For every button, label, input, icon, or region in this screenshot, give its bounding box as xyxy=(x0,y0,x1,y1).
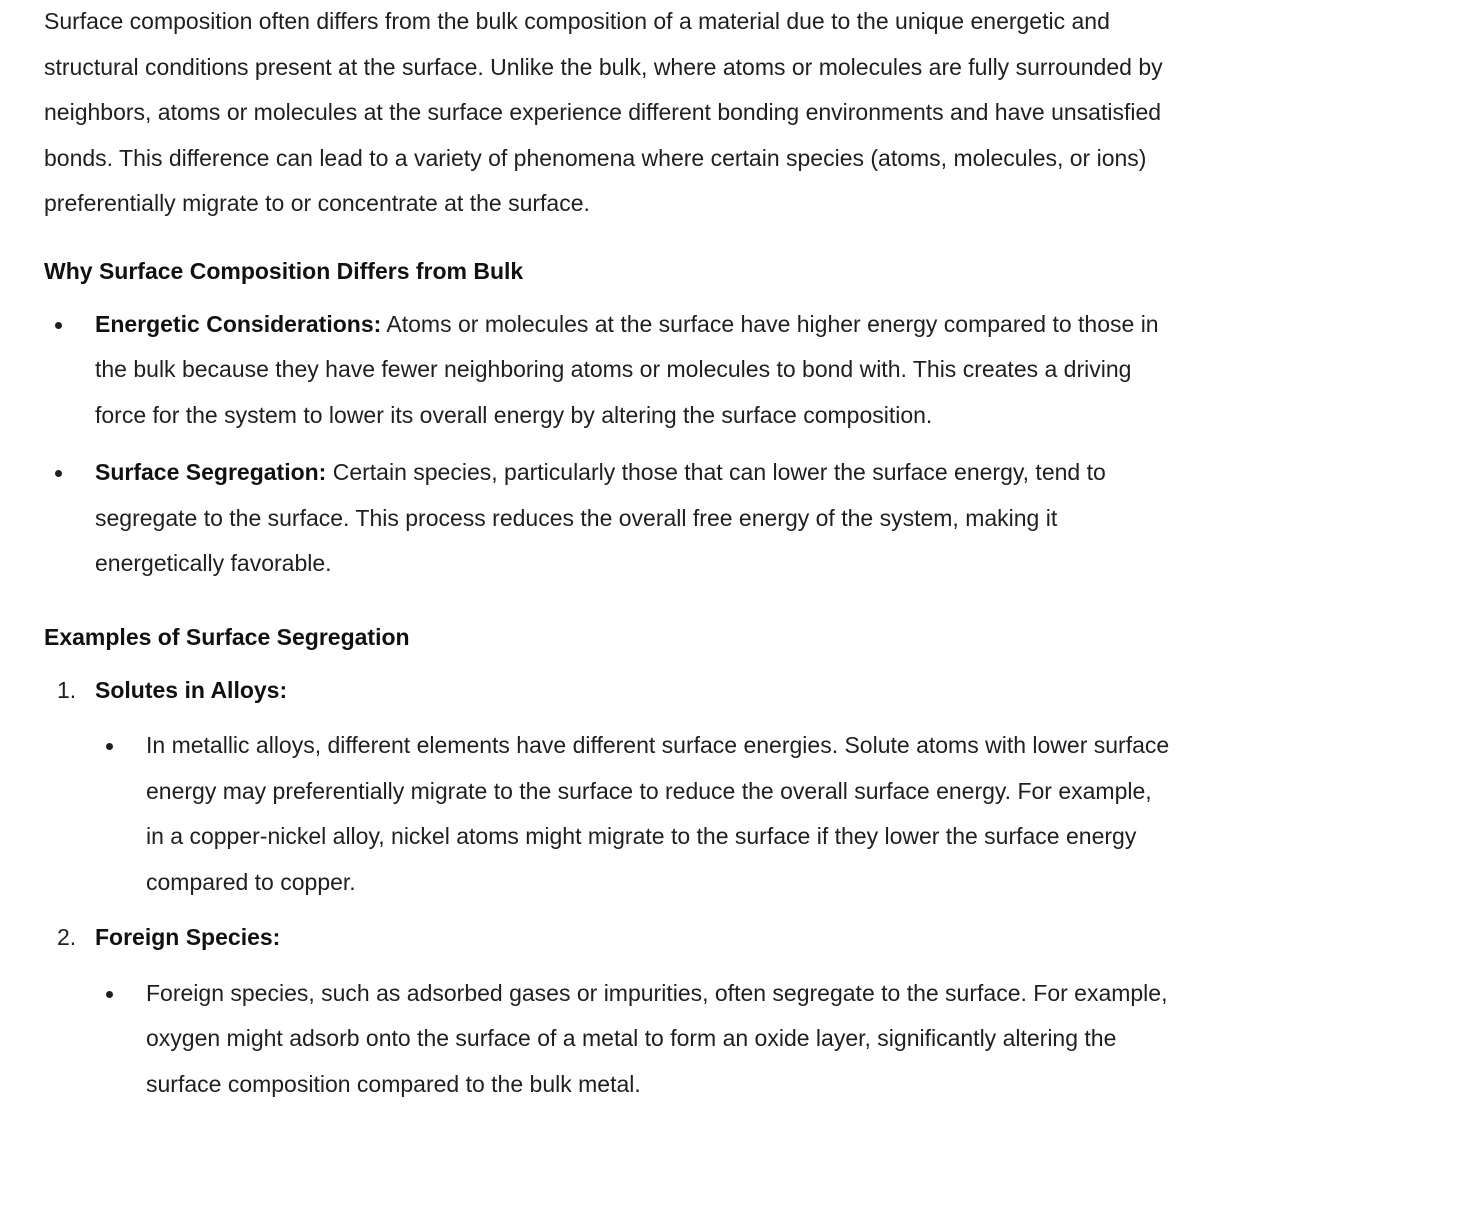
section-heading-why: Why Surface Composition Differs from Bul… xyxy=(44,257,524,284)
section-heading-examples: Examples of Surface Segregation xyxy=(44,623,410,650)
list-item: 2. Foreign Species: Foreign species, suc… xyxy=(44,915,1174,1107)
article-body: Surface composition often differs from t… xyxy=(44,0,1174,1107)
item-label: Energetic Considerations: xyxy=(95,310,382,337)
sub-bullet-list: In metallic alloys, different elements h… xyxy=(95,723,1174,905)
bullet-icon xyxy=(55,321,62,329)
list-item: Surface Segregation: Certain species, pa… xyxy=(44,450,1174,587)
item-label: Foreign Species: xyxy=(95,924,281,950)
list-item: Energetic Considerations: Atoms or molec… xyxy=(44,302,1174,439)
item-number: 1. xyxy=(57,676,77,703)
list-item: Foreign species, such as adsorbed gases … xyxy=(95,971,1174,1108)
list-item: 1. Solutes in Alloys: In metallic alloys… xyxy=(44,668,1174,906)
examples-numbered-list: 1. Solutes in Alloys: In metallic alloys… xyxy=(44,668,1174,1108)
item-text: In metallic alloys, different elements h… xyxy=(146,732,1170,895)
bullet-icon xyxy=(106,743,113,750)
sub-bullet-list: Foreign species, such as adsorbed gases … xyxy=(95,971,1174,1108)
item-text: Foreign species, such as adsorbed gases … xyxy=(146,979,1168,1097)
item-label: Surface Segregation: xyxy=(95,459,327,485)
item-number: 2. xyxy=(57,924,77,950)
list-item: In metallic alloys, different elements h… xyxy=(95,723,1174,905)
intro-paragraph: Surface composition often differs from t… xyxy=(44,8,1163,216)
bullet-icon xyxy=(55,470,62,477)
why-bullet-list: Energetic Considerations: Atoms or molec… xyxy=(44,302,1174,587)
item-label: Solutes in Alloys: xyxy=(95,676,288,703)
bullet-icon xyxy=(106,990,113,998)
